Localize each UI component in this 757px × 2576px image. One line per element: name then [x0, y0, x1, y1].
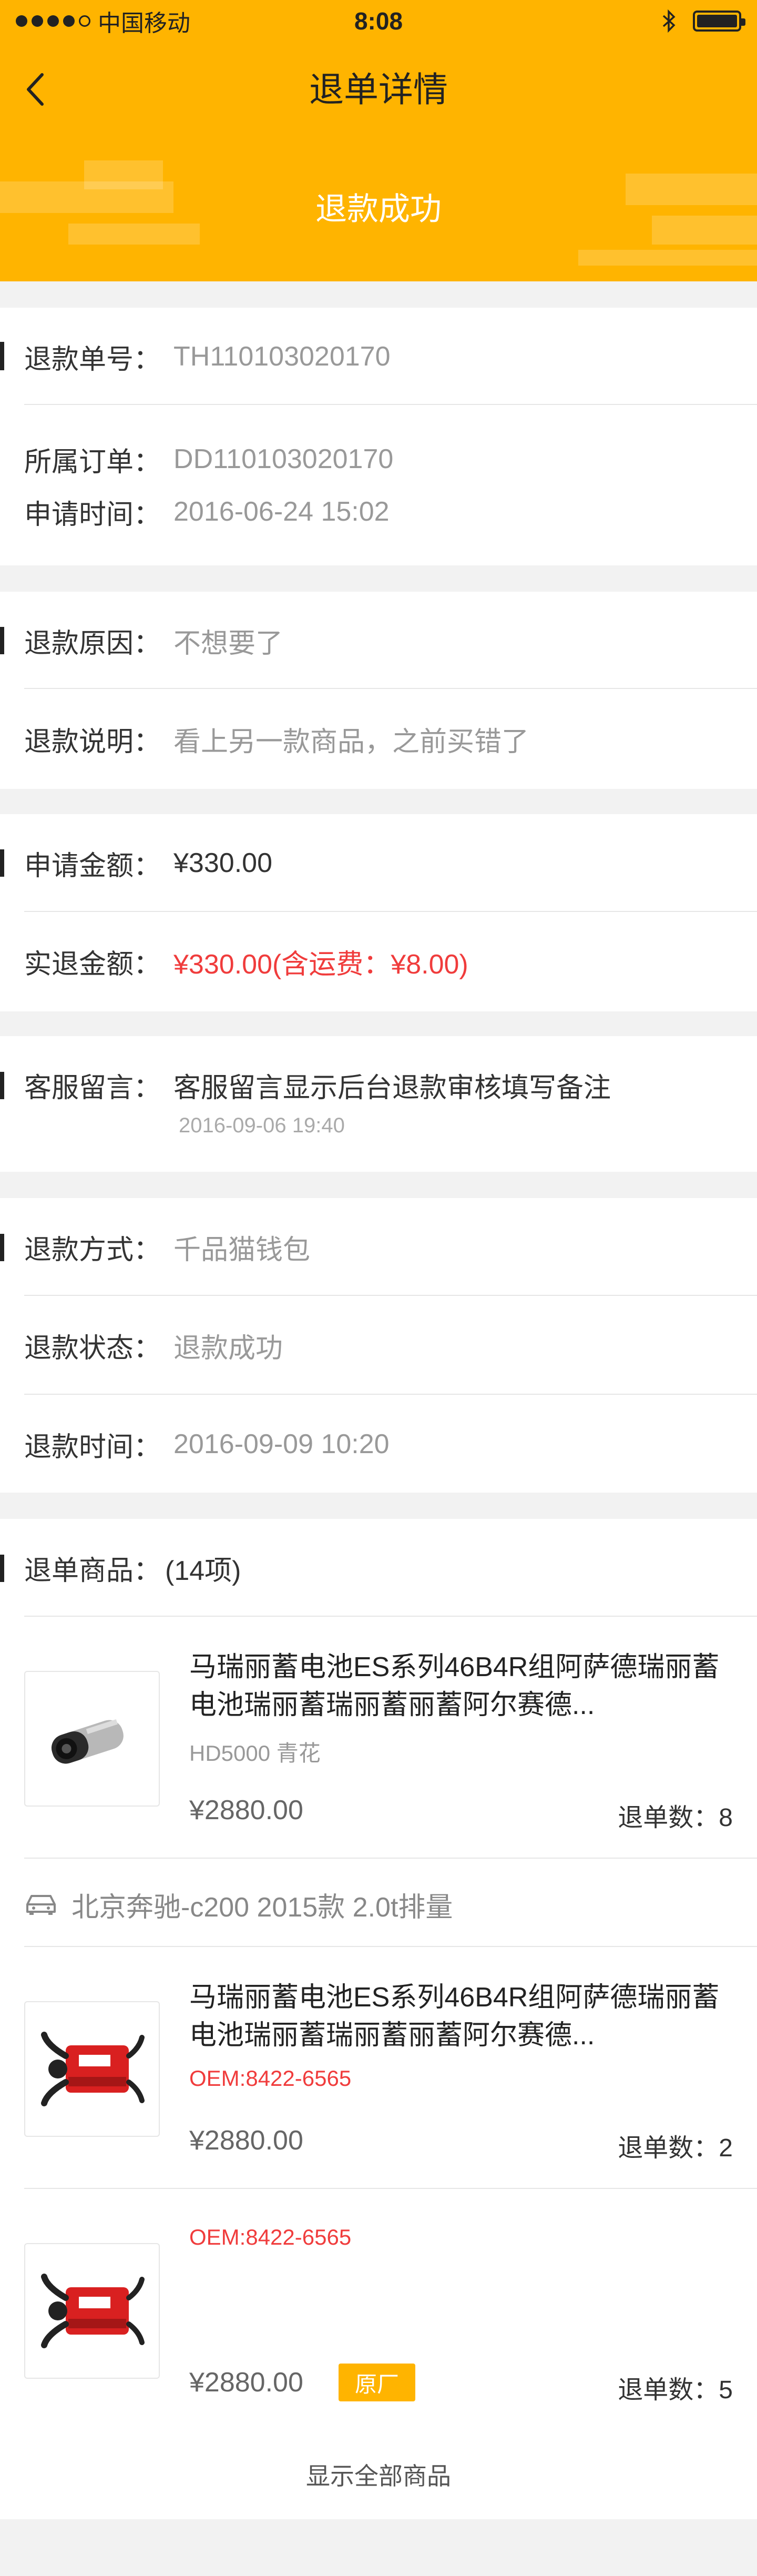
apply-amount-value: ¥330.00: [173, 848, 272, 878]
refund-goods-count: (14项): [165, 1555, 241, 1586]
actual-amount-value: ¥330.00(含运费：¥8.00): [173, 949, 468, 980]
actual-amount-label: 实退金额：: [24, 949, 161, 980]
refund-status-label: 退款状态：: [24, 1333, 161, 1364]
service-note-row: 客服留言： 客服留言显示后台退款审核填写备注: [0, 1062, 757, 1108]
product-item[interactable]: OEM:8422-6565 ¥2880.00 原厂 退单数：5: [0, 2188, 757, 2430]
product-return-qty: 退单数：2: [618, 2134, 733, 2162]
refund-desc-value: 看上另一款商品，之前买错了: [173, 726, 529, 757]
chevron-left-icon: [27, 73, 44, 106]
actual-amount-row: 实退金额： ¥330.00(含运费：¥8.00): [0, 939, 757, 984]
product-item[interactable]: 马瑞丽蓄电池ES系列46B4R组阿萨德瑞丽蓄电池瑞丽蓄瑞丽蓄丽蓄阿尔赛德... …: [0, 1616, 757, 1858]
refund-number-value: TH110103020170: [173, 341, 391, 372]
refund-goods-header: 退单商品： (14项): [0, 1545, 757, 1590]
apply-time-row: 申请时间： 2016-06-24 15:02: [0, 489, 757, 534]
refund-time-row: 退款时间： 2016-09-09 10:20: [0, 1422, 757, 1467]
service-note-time: 2016-09-06 19:40: [179, 1114, 345, 1137]
apply-amount-row: 申请金额： ¥330.00: [0, 840, 757, 886]
service-note-label: 客服留言：: [24, 1072, 161, 1103]
refund-status-value: 退款成功: [173, 1333, 283, 1364]
product-oem: OEM:8422-6565: [189, 2225, 352, 2249]
tool-product-icon: [41, 2032, 145, 2106]
refund-time-label: 退款时间：: [24, 1432, 161, 1463]
product-return-qty: 退单数：5: [618, 2376, 733, 2404]
refund-reason-value: 不想要了: [173, 628, 283, 659]
battery-icon: [693, 11, 745, 32]
product-price: ¥2880.00: [189, 1795, 303, 1825]
product-price: ¥2880.00: [189, 2367, 303, 2398]
camera-product-icon: [51, 1719, 124, 1764]
product-return-qty: 退单数：8: [618, 1804, 733, 1832]
refund-reason-row: 退款原因： 不想要了: [0, 618, 757, 663]
product-name[interactable]: 马瑞丽蓄电池ES系列46B4R组阿萨德瑞丽蓄电池瑞丽蓄瑞丽蓄丽蓄阿尔赛德...: [189, 1979, 736, 2054]
tool-product-icon: [41, 2274, 145, 2348]
car-icon: [26, 1895, 56, 1915]
back-button[interactable]: [21, 68, 53, 110]
refund-status-text: 退款成功: [315, 191, 442, 227]
product-price: ¥2880.00: [189, 2125, 303, 2156]
divider: [24, 1394, 757, 1395]
product-item[interactable]: 马瑞丽蓄电池ES系列46B4R组阿萨德瑞丽蓄电池瑞丽蓄瑞丽蓄丽蓄阿尔赛德... …: [0, 1946, 757, 2188]
product-spec: HD5000 青花: [189, 1741, 321, 1766]
refund-goods-label: 退单商品：: [24, 1555, 161, 1586]
product-oem: OEM:8422-6565: [189, 2066, 352, 2091]
divider: [24, 911, 757, 912]
product-image: [24, 2001, 160, 2137]
divider: [24, 1295, 757, 1296]
service-note-value: 客服留言显示后台退款审核填写备注: [173, 1072, 611, 1103]
divider: [24, 688, 757, 689]
refund-status-row: 退款状态： 退款成功: [0, 1323, 757, 1368]
refund-time-value: 2016-09-09 10:20: [173, 1429, 390, 1459]
refund-desc-label: 退款说明：: [24, 726, 161, 757]
nav-bar: 退单详情: [0, 42, 757, 131]
original-parts-badge: 原厂: [339, 2364, 415, 2401]
refund-method-row: 退款方式： 千品猫钱包: [0, 1224, 757, 1270]
vehicle-info-text: 北京奔驰-c200 2015款 2.0t排量: [71, 1892, 453, 1923]
refund-method-value: 千品猫钱包: [173, 1234, 311, 1265]
order-number-value: DD110103020170: [173, 444, 394, 474]
product-image: [24, 1671, 160, 1807]
refund-method-label: 退款方式：: [24, 1234, 161, 1265]
page-title: 退单详情: [309, 70, 448, 109]
vehicle-info-row: 北京奔驰-c200 2015款 2.0t排量: [0, 1882, 757, 1927]
divider: [24, 1858, 757, 1859]
apply-amount-label: 申请金额：: [24, 850, 161, 881]
refund-number-label: 退款单号：: [24, 344, 161, 375]
show-all-products-button[interactable]: 显示全部商品: [0, 2430, 757, 2519]
apply-time-value: 2016-06-24 15:02: [173, 496, 390, 527]
status-bar: 中国移动 8:08: [0, 0, 757, 42]
divider: [24, 404, 757, 405]
refund-number-row: 退款单号： TH110103020170: [0, 334, 757, 379]
product-image: [24, 2243, 160, 2379]
refund-reason-label: 退款原因：: [24, 628, 161, 659]
order-number-row: 所属订单： DD110103020170: [0, 437, 757, 482]
clock: 8:08: [354, 7, 403, 35]
refund-desc-row: 退款说明： 看上另一款商品，之前买错了: [0, 716, 757, 762]
refund-status-banner: 退款成功: [0, 131, 757, 281]
order-number-label: 所属订单：: [24, 447, 161, 478]
apply-time-label: 申请时间：: [24, 499, 161, 530]
product-name[interactable]: 马瑞丽蓄电池ES系列46B4R组阿萨德瑞丽蓄电池瑞丽蓄瑞丽蓄丽蓄阿尔赛德...: [189, 1648, 736, 1724]
